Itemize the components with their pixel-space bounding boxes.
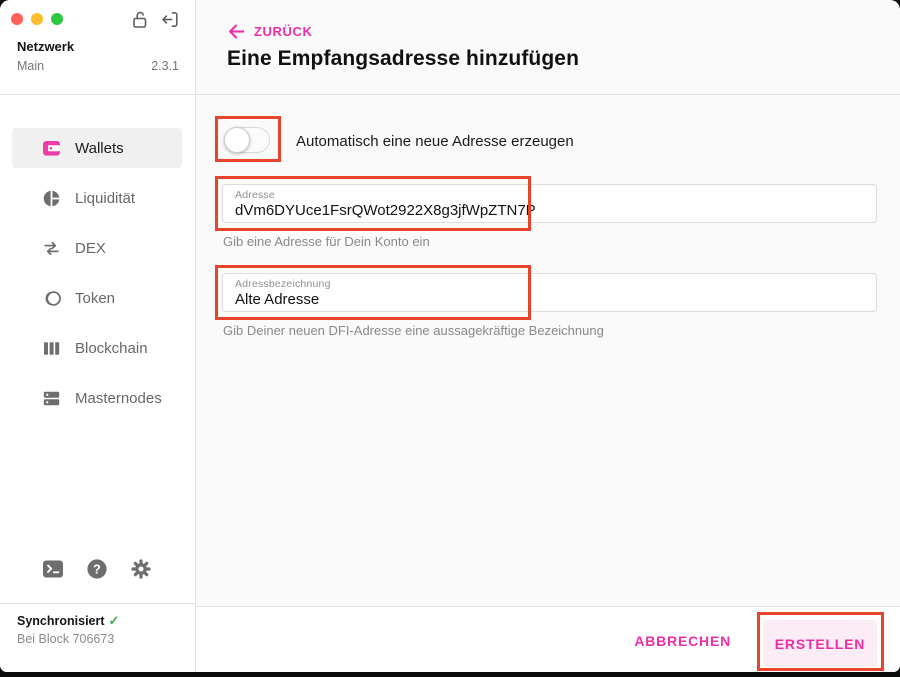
address-label-field[interactable]: Adressbezeichnung	[222, 273, 877, 312]
exit-wallet-icon[interactable]	[159, 9, 180, 30]
help-icon[interactable]: ?	[86, 558, 108, 580]
back-arrow-icon	[228, 24, 245, 39]
liquidity-pie-icon	[41, 188, 62, 209]
sidebar-item-liquidity[interactable]: Liquidität	[12, 178, 182, 218]
cancel-button[interactable]: ABBRECHEN	[634, 633, 731, 649]
auto-address-toggle[interactable]	[224, 127, 270, 153]
sync-status: Synchronisiert	[17, 614, 105, 628]
minimize-window-button[interactable]	[31, 13, 43, 25]
sync-check-icon: ✓	[109, 613, 120, 628]
sidebar-item-label: Blockchain	[75, 340, 148, 357]
address-label-helper-text: Gib Deiner neuen DFI-Adresse eine aussag…	[223, 323, 604, 338]
back-label: ZURÜCK	[254, 24, 312, 39]
address-field-label: Adresse	[235, 189, 864, 201]
app-version: 2.3.1	[151, 59, 179, 73]
address-field[interactable]: Adresse	[222, 184, 877, 223]
svg-text:?: ?	[93, 562, 101, 576]
gear-icon[interactable]	[130, 558, 152, 580]
page-title: Eine Empfangsadresse hinzufügen	[227, 47, 579, 71]
console-icon[interactable]	[42, 558, 64, 580]
sidebar-item-wallets[interactable]: Wallets	[12, 128, 182, 168]
address-label-input[interactable]	[235, 291, 864, 308]
auto-address-toggle-label: Automatisch eine neue Adresse erzeugen	[296, 133, 574, 150]
network-value: Main	[17, 59, 44, 73]
sidebar-item-label: Liquidität	[75, 190, 135, 207]
coins-icon	[41, 288, 62, 309]
sidebar-item-blockchain[interactable]: Blockchain	[12, 328, 182, 368]
close-window-button[interactable]	[11, 13, 23, 25]
wallet-icon	[41, 138, 62, 159]
sidebar-item-label: DEX	[75, 240, 106, 257]
sidebar-item-label: Token	[75, 290, 115, 307]
sidebar-item-masternodes[interactable]: Masternodes	[12, 378, 182, 418]
sidebar-nav: Wallets Liquidität DEX	[12, 128, 182, 418]
sidebar-item-dex[interactable]: DEX	[12, 228, 182, 268]
lock-open-icon[interactable]	[129, 9, 150, 30]
maximize-window-button[interactable]	[51, 13, 63, 25]
network-label: Netzwerk	[17, 39, 74, 54]
create-button[interactable]: ERSTELLEN	[763, 620, 877, 667]
header-divider	[0, 94, 900, 95]
sidebar: Netzwerk Main 2.3.1 Wallets Liqui	[0, 0, 196, 672]
sidebar-item-label: Masternodes	[75, 390, 162, 407]
sidebar-item-token[interactable]: Token	[12, 278, 182, 318]
sidebar-item-label: Wallets	[75, 140, 124, 157]
swap-arrows-icon	[41, 238, 62, 259]
sidebar-footer-divider	[0, 603, 196, 604]
address-helper-text: Gib eine Adresse für Dein Konto ein	[223, 234, 430, 249]
window-controls	[11, 13, 63, 25]
block-height: Bei Block 706673	[17, 632, 114, 646]
address-label-field-label: Adressbezeichnung	[235, 278, 864, 290]
main-panel: ZURÜCK Eine Empfangsadresse hinzufügen A…	[196, 0, 900, 672]
server-icon	[41, 388, 62, 409]
toggle-knob	[224, 127, 250, 153]
app-window: Netzwerk Main 2.3.1 Wallets Liqui	[0, 0, 900, 672]
blocks-icon	[41, 338, 62, 359]
back-button[interactable]: ZURÜCK	[228, 24, 312, 39]
footer-bar: ABBRECHEN ERSTELLEN	[196, 606, 900, 672]
address-input[interactable]	[235, 202, 864, 219]
